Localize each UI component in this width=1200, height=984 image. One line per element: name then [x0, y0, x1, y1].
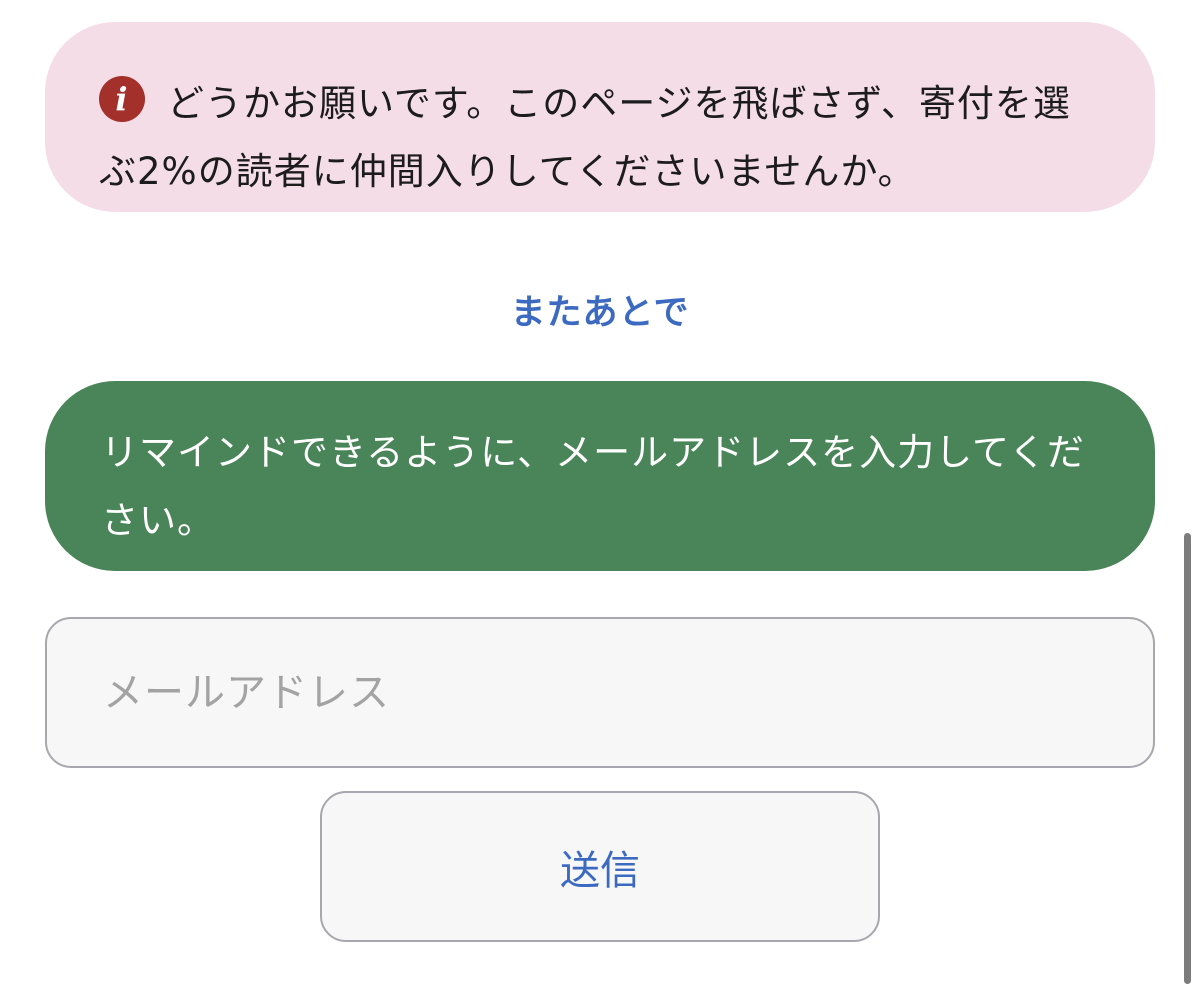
email-field[interactable] [45, 617, 1155, 768]
later-link[interactable]: またあとで [0, 288, 1200, 338]
donation-notice-text: どうかお願いです。このページを飛ばさず、寄付を選ぶ2%の読者に仲間入りしてくださ… [99, 82, 1071, 193]
scrollbar[interactable] [1184, 533, 1191, 984]
donation-reminder-page: i どうかお願いです。このページを飛ばさず、寄付を選ぶ2%の読者に仲間入りしてくだ… [0, 0, 1200, 984]
email-reminder-banner: リマインドできるように、メールアドレスを入力してください。 [45, 381, 1155, 571]
donation-notice: i どうかお願いです。このページを飛ばさず、寄付を選ぶ2%の読者に仲間入りしてくだ… [45, 22, 1155, 212]
info-icon: i [99, 76, 145, 122]
submit-button[interactable]: 送信 [320, 791, 880, 942]
email-reminder-text: リマインドできるように、メールアドレスを入力してください。 [101, 431, 1085, 542]
